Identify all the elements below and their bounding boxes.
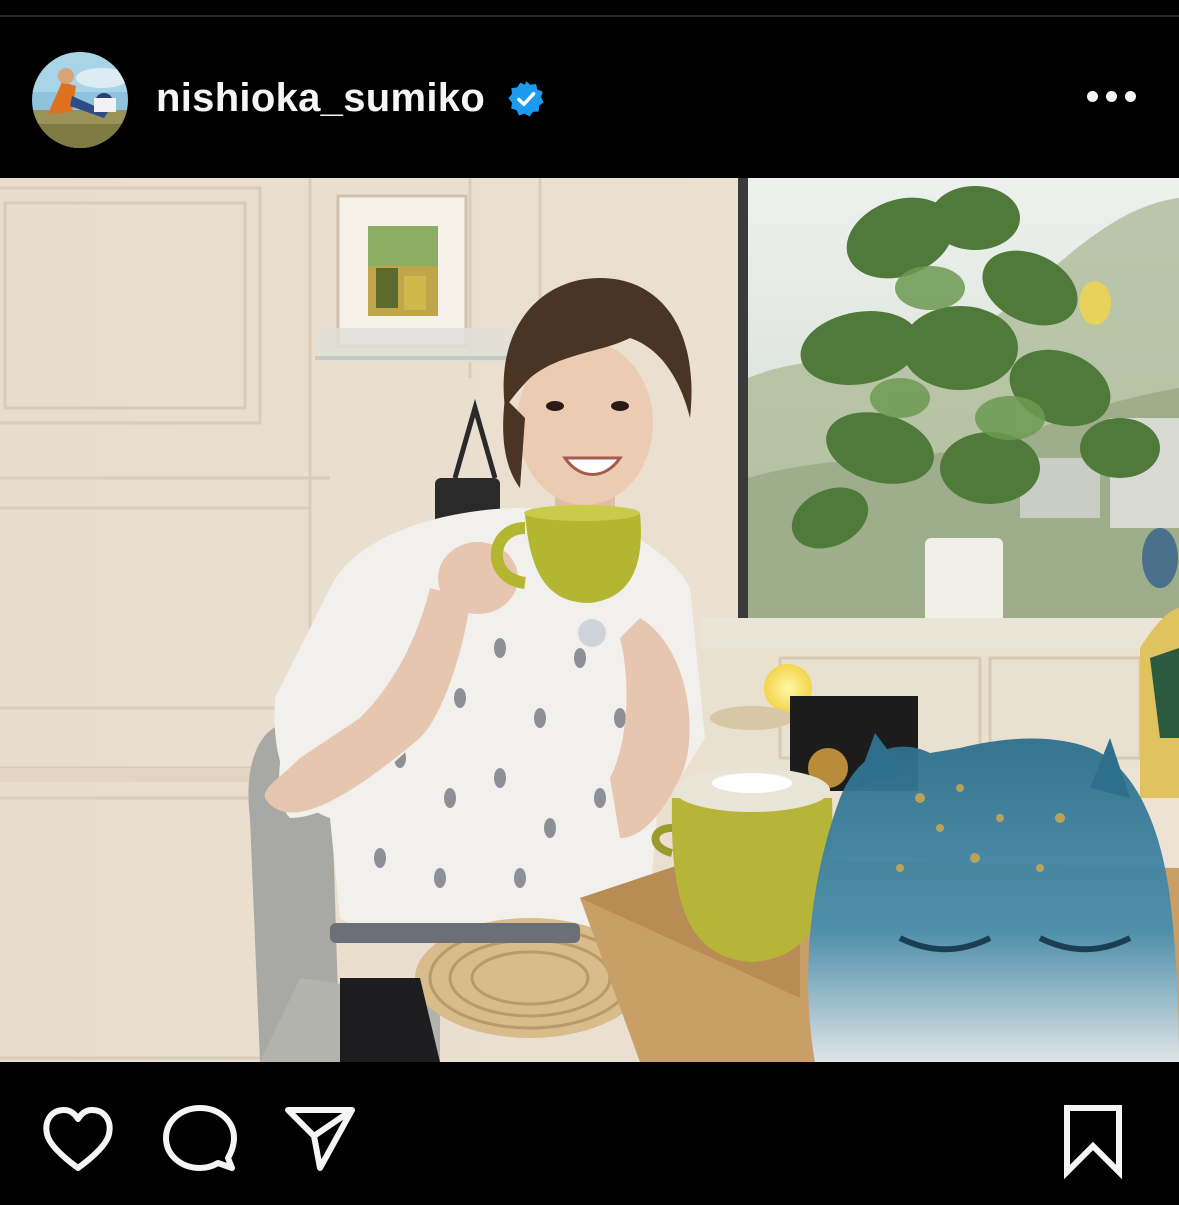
- paper-plane-icon[interactable]: [280, 1100, 360, 1180]
- verified-badge-icon: [507, 80, 545, 118]
- heart-icon[interactable]: [38, 1100, 118, 1180]
- comment-icon[interactable]: [160, 1100, 240, 1180]
- avatar[interactable]: [32, 52, 128, 148]
- post-image[interactable]: [0, 178, 1179, 1062]
- more-options-icon[interactable]: [1083, 81, 1141, 115]
- action-bar: [0, 1062, 1179, 1205]
- bookmark-icon[interactable]: [1053, 1100, 1133, 1180]
- post-header: nishioka_sumiko: [0, 17, 1179, 177]
- instagram-post: nishioka_sumiko: [0, 0, 1179, 1205]
- username[interactable]: nishioka_sumiko: [156, 73, 485, 123]
